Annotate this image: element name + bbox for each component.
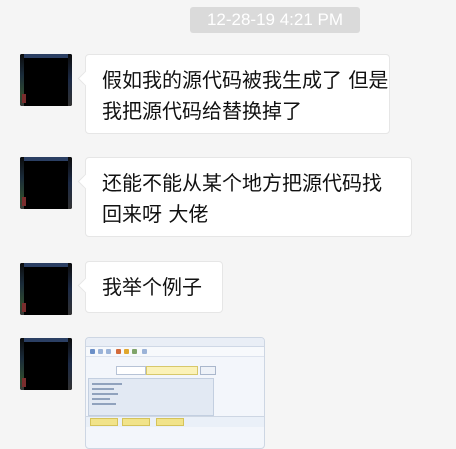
avatar[interactable] (20, 54, 72, 106)
message-text-line: 回来呀 大佬 (102, 202, 209, 226)
image-message-thumbnail[interactable] (85, 337, 265, 449)
avatar[interactable] (20, 157, 72, 209)
message-text-line: 我把源代码给替换掉了 (102, 99, 302, 123)
message-timestamp: 12-28-19 4:21 PM (190, 7, 360, 33)
message-text-line: 还能不能从某个地方把源代码找 (102, 171, 382, 195)
message-bubble[interactable]: 我举个例子 (85, 261, 223, 313)
message-bubble[interactable]: 还能不能从某个地方把源代码找 回来呀 大佬 (85, 157, 412, 237)
message-text-line: 假如我的源代码被我生成了 但是 (102, 68, 389, 92)
message-bubble[interactable]: 假如我的源代码被我生成了 但是 我把源代码给替换掉了 (85, 54, 390, 134)
avatar[interactable] (20, 338, 72, 390)
avatar[interactable] (20, 263, 72, 315)
message-text-line: 我举个例子 (102, 275, 202, 299)
